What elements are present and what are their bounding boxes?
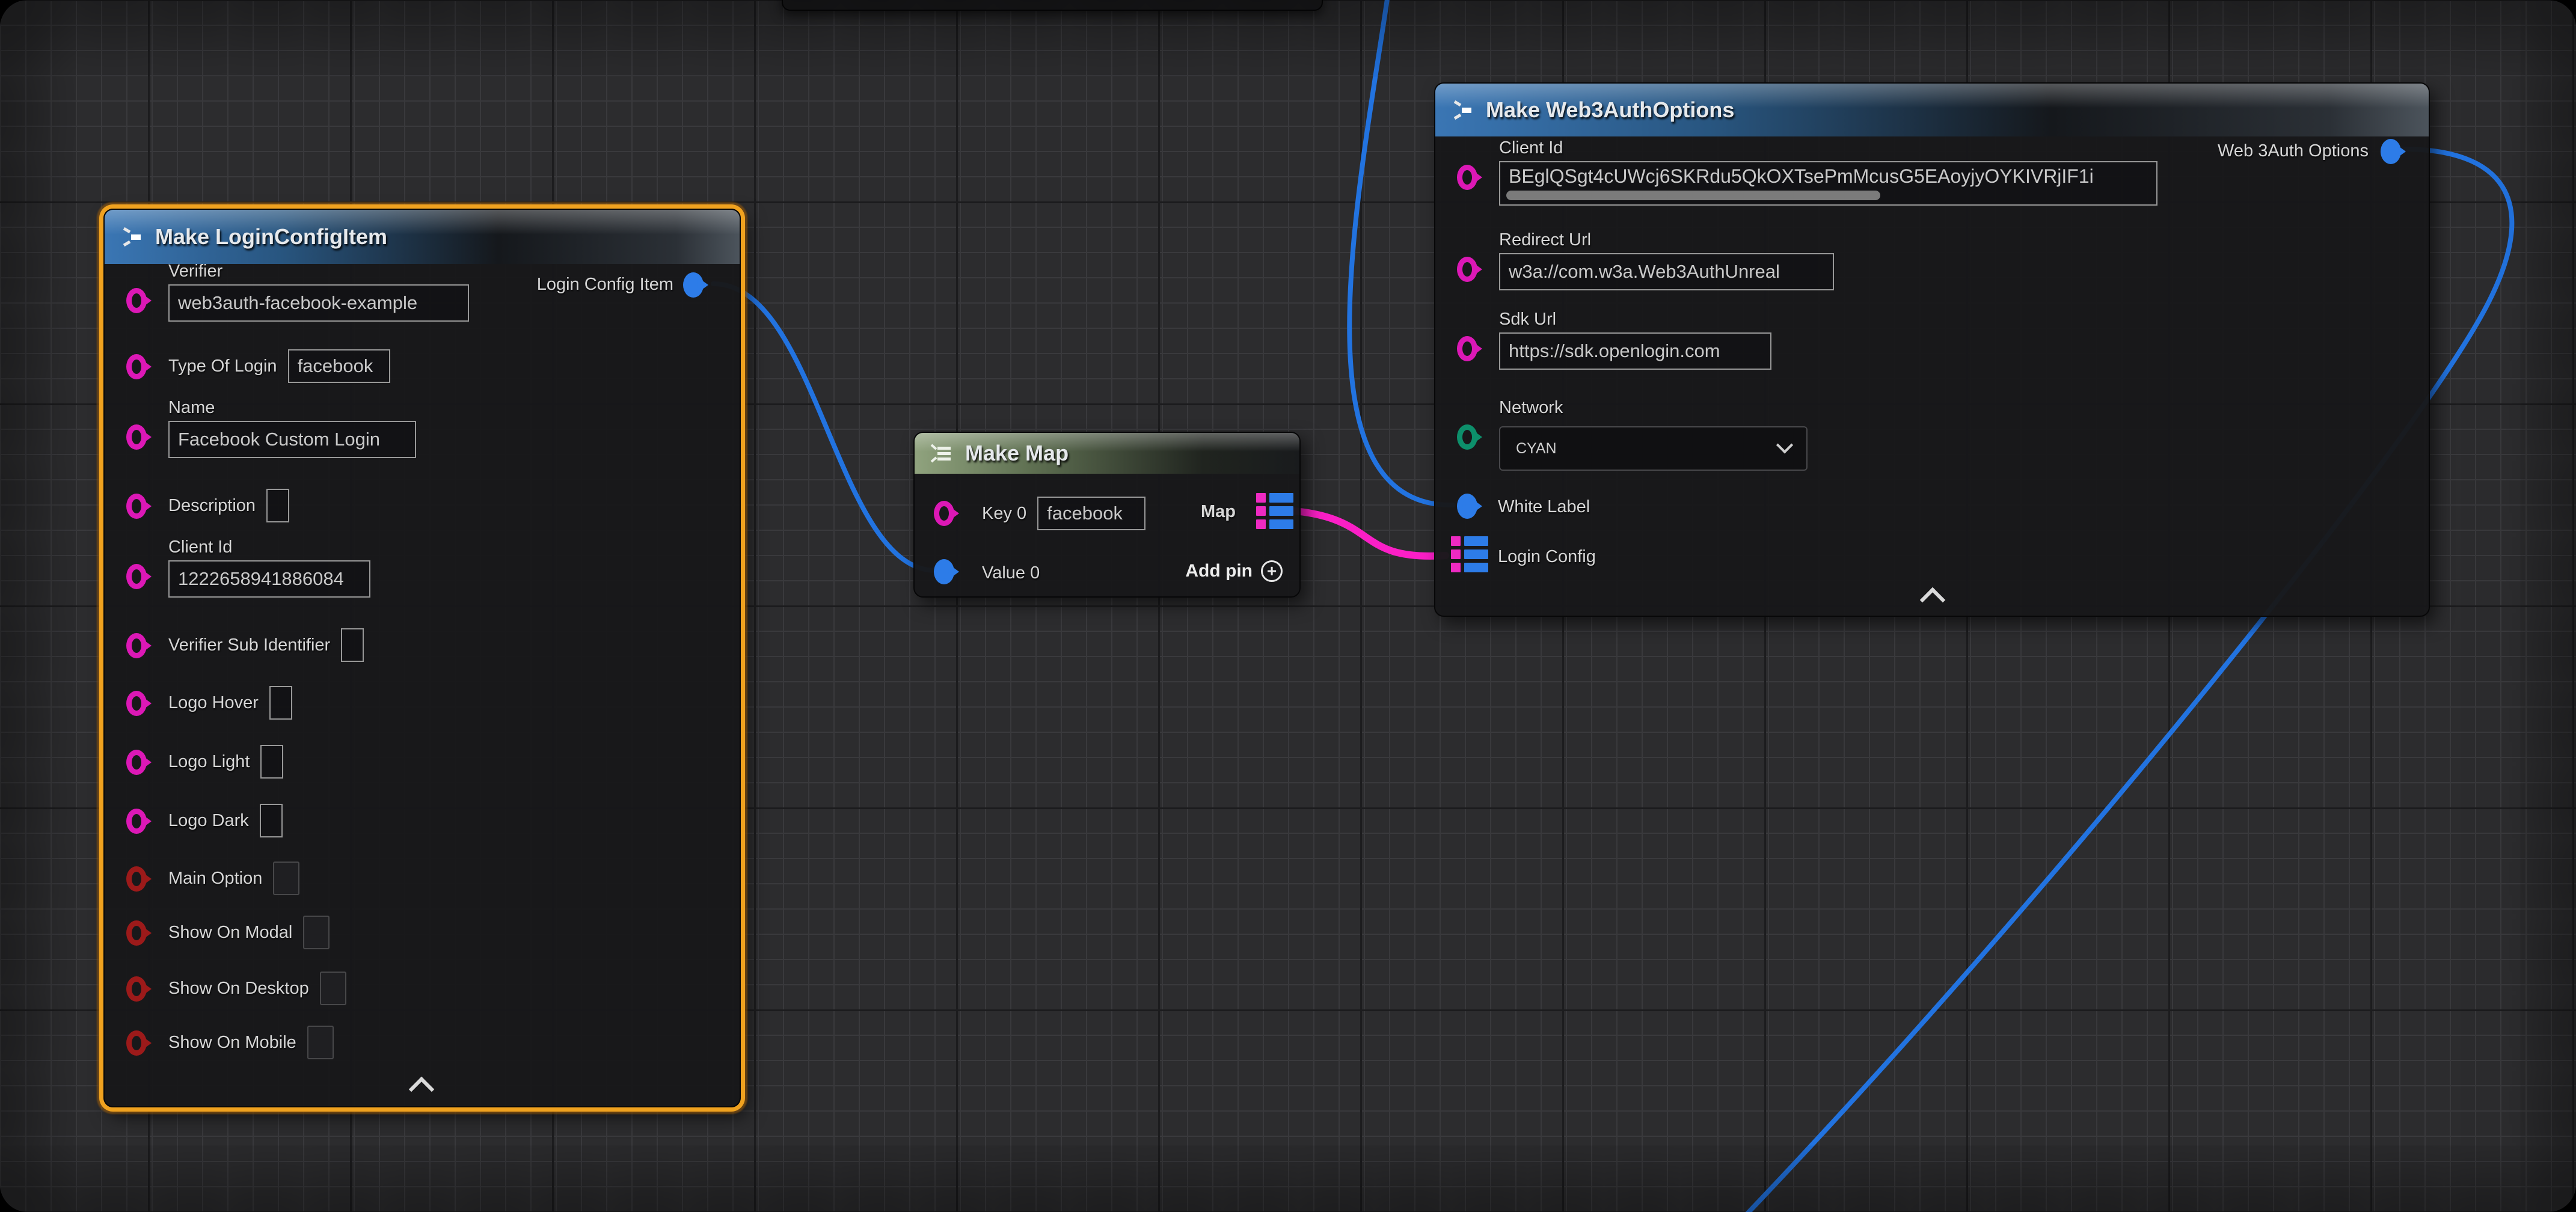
field-text: BEglQSgt4cUWcj6SKRdu5QkOXTsePmMcusG5EAoy… [1509,165,2094,188]
verifier-field[interactable]: web3auth-facebook-example [168,284,469,322]
redirect-url-field[interactable]: w3a://com.w3a.Web3AuthUnreal [1499,253,1834,290]
pin-verifier-sub-identifier[interactable] [126,633,147,658]
node-header[interactable]: Make LoginConfigItem [105,210,740,264]
pin-label: Show On Desktop [168,979,309,999]
pin-label: Type Of Login [168,357,277,376]
collapse-node-button[interactable] [1920,587,1945,613]
pin-label: Key 0 [982,504,1026,524]
pin-label: Network [1499,398,1563,418]
pin-label: Show On Mobile [168,1033,296,1053]
wire-map-to-loginconfig[interactable] [1278,510,1446,556]
sdk-url-field[interactable]: https://sdk.openlogin.com [1499,332,1771,370]
output-pin-label: Web 3Auth Options [2218,141,2369,161]
add-pin-label: Add pin [1185,561,1253,581]
wire-loginconfigitem-to-value0[interactable] [713,284,936,571]
pin-key-0[interactable] [934,501,954,526]
network-selected-value: CYAN [1516,440,1557,458]
pin-main-option[interactable] [126,866,147,892]
field-text: 1222658941886084 [178,568,344,590]
pin-network[interactable] [1457,424,1477,450]
name-field[interactable]: Facebook Custom Login [168,421,416,458]
show-on-modal-checkbox[interactable] [303,916,330,949]
pin-client-id[interactable] [126,564,147,589]
output-pin-label: Login Config Item [537,275,673,295]
pin-label: Value 0 [982,563,1040,583]
pin-label: Verifier [168,262,222,281]
pin-logo-dark[interactable] [126,809,147,834]
node-offscreen-top[interactable] [782,0,1323,11]
pin-label: Logo Hover [168,693,259,713]
collapse-node-button[interactable] [409,1077,434,1102]
pin-web3auth-options-output[interactable] [2381,139,2401,164]
pin-label: White Label [1498,497,1590,517]
logo-dark-field[interactable] [260,804,283,837]
logo-light-field[interactable] [260,745,283,779]
pin-label: Description [168,496,256,516]
pin-label: Sdk Url [1499,310,1556,329]
node-title: Make LoginConfigItem [155,224,387,249]
pin-label: Name [168,398,215,418]
show-on-mobile-checkbox[interactable] [307,1026,334,1059]
pin-white-label[interactable] [1457,494,1477,519]
pin-show-on-desktop[interactable] [126,976,147,1002]
pin-login-config-item-output[interactable] [683,272,704,298]
pin-logo-hover[interactable] [126,691,147,716]
field-text: w3a://com.w3a.Web3AuthUnreal [1509,261,1780,283]
pin-show-on-modal[interactable] [126,920,147,946]
pin-label: Verifier Sub Identifier [168,635,330,655]
make-struct-icon [118,224,144,250]
node-make-map[interactable]: Make Map Key 0 facebook Map Value 0 Add … [913,432,1301,598]
pin-login-config[interactable] [1451,536,1488,572]
pin-label: Logo Light [168,752,250,772]
pin-label: Login Config [1498,547,1596,567]
pin-description[interactable] [126,494,147,519]
pin-logo-light[interactable] [126,750,147,775]
add-pin-button[interactable]: Add pin + [1185,560,1283,582]
chevron-down-icon [1776,436,1793,453]
pin-label: Logo Dark [168,811,249,831]
node-title: Make Map [965,441,1069,466]
verifier-sub-identifier-field[interactable] [341,628,364,662]
node-title: Make Web3AuthOptions [1486,97,1734,123]
node-make-web3authoptions[interactable]: Make Web3AuthOptions Client Id BEglQSgt4c… [1434,82,2430,617]
field-text: web3auth-facebook-example [178,292,417,314]
pin-redirect-url[interactable] [1457,257,1477,282]
pin-verifier[interactable] [126,288,147,313]
field-text: Facebook Custom Login [178,429,380,450]
make-map-icon [928,441,954,465]
add-pin-icon: + [1261,560,1283,582]
pin-label: Client Id [168,537,232,557]
pin-sdk-url[interactable] [1457,336,1477,361]
pin-name[interactable] [126,424,147,450]
pin-label: Redirect Url [1499,230,1591,250]
pin-label: Main Option [168,869,262,889]
node-make-loginconfigitem[interactable]: Make LoginConfigItem Verifier web3auth-fa… [103,209,741,1107]
logo-hover-field[interactable] [269,686,292,720]
blueprint-graph-canvas[interactable]: Make LoginConfigItem Verifier web3auth-fa… [0,0,2576,1212]
pin-type-of-login[interactable] [126,354,147,379]
pin-show-on-mobile[interactable] [126,1030,147,1056]
client-id-field[interactable]: BEglQSgt4cUWcj6SKRdu5QkOXTsePmMcusG5EAoy… [1499,161,2157,206]
pin-label: Show On Modal [168,923,292,943]
client-id-field[interactable]: 1222658941886084 [168,560,370,598]
main-option-checkbox[interactable] [273,862,299,895]
pin-value-0[interactable] [934,559,954,584]
field-scrollbar[interactable] [1506,191,1880,200]
pin-label: Client Id [1499,138,1563,158]
node-header[interactable]: Make Map [915,433,1299,474]
key-0-field[interactable]: facebook [1037,497,1145,530]
network-dropdown[interactable]: CYAN [1499,426,1808,471]
pin-map-output[interactable] [1256,493,1293,529]
type-of-login-field[interactable]: facebook [288,349,390,383]
pin-client-id[interactable] [1457,165,1477,190]
make-struct-icon [1449,97,1475,123]
field-text: https://sdk.openlogin.com [1509,340,1720,362]
description-field[interactable] [266,489,289,522]
map-output-label: Map [1201,502,1236,522]
show-on-desktop-checkbox[interactable] [320,972,346,1005]
node-header[interactable]: Make Web3AuthOptions [1435,84,2429,136]
